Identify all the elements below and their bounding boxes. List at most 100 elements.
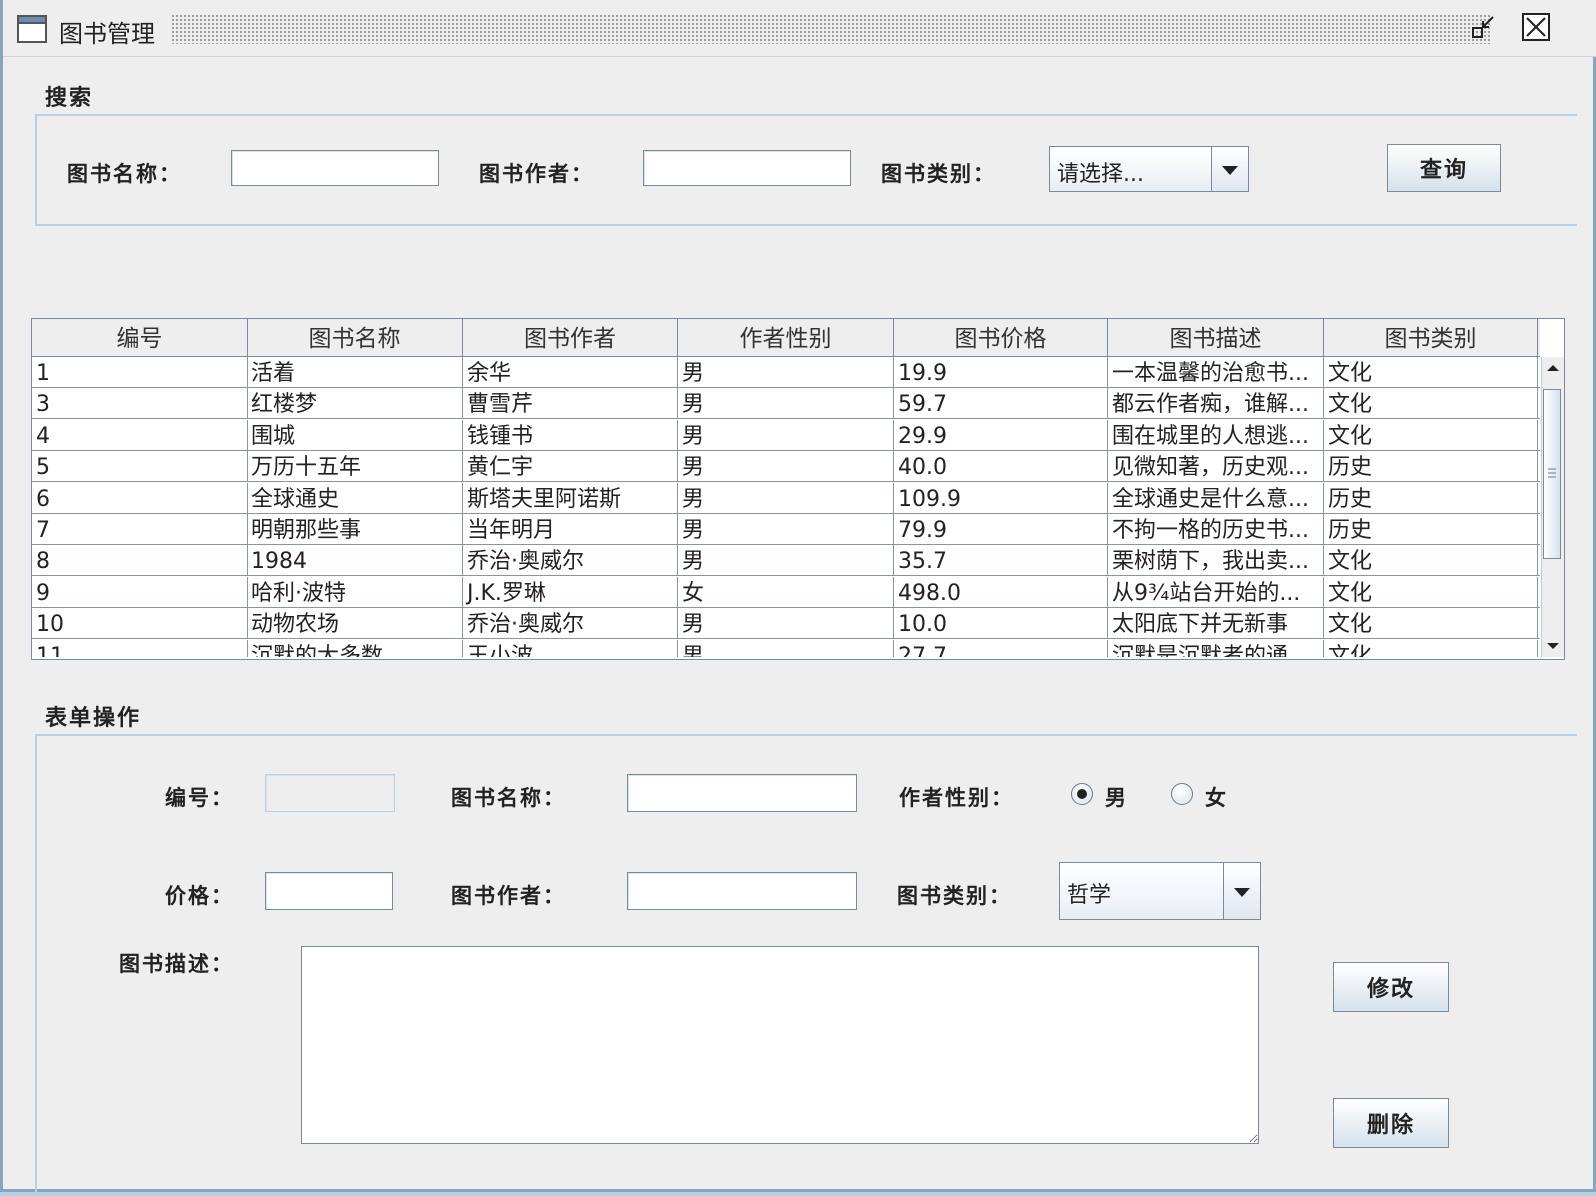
table-cell[interactable]: 围城 [247, 419, 463, 451]
books-table[interactable]: 编号 图书名称 图书作者 作者性别 图书价格 图书描述 图书类别 1 活着 余华男 19.9 一本温… [31, 318, 1565, 660]
table-cell[interactable]: 男 [678, 608, 894, 640]
form-book-author-input[interactable] [627, 872, 857, 910]
gender-male-label[interactable]: 男 [1105, 782, 1128, 812]
table-cell[interactable]: 文化 [1324, 357, 1538, 388]
table-cell[interactable]: 8 [32, 545, 248, 577]
table-cell[interactable]: 历史 [1324, 482, 1538, 514]
table-cell[interactable]: 男 [678, 451, 894, 483]
table-cell[interactable]: 历史 [1324, 451, 1538, 483]
table-scrollbar[interactable] [1541, 357, 1564, 657]
modify-button[interactable]: 修改 [1333, 962, 1449, 1012]
delete-button[interactable]: 删除 [1333, 1098, 1449, 1148]
table-cell[interactable]: 1984 [247, 545, 463, 577]
scrollbar-thumb[interactable] [1543, 389, 1561, 559]
table-cell[interactable]: 男 [678, 388, 894, 420]
form-price-input[interactable] [265, 872, 393, 910]
table-cell[interactable]: 黄仁宇 [463, 451, 678, 483]
table-row[interactable]: 11 沉默的大多数 王小波男 27.7 沉默是沉默者的通... 文化 [32, 639, 1540, 657]
table-cell[interactable]: 498.0 [894, 576, 1108, 608]
table-cell[interactable]: 109.9 [894, 482, 1108, 514]
table-cell[interactable]: 太阳底下并无新事 [1108, 608, 1324, 640]
table-row[interactable]: 6 全球通史 斯塔夫里阿诺斯男 109.9 全球通史是什么意... 历史 [32, 482, 1540, 514]
table-cell[interactable]: 文化 [1324, 388, 1538, 420]
table-row[interactable]: 4 围城 钱锺书男 29.9 围在城里的人想逃... 文化 [32, 419, 1540, 451]
table-cell[interactable]: 沉默是沉默者的通... [1108, 639, 1324, 657]
form-category-combo[interactable]: 哲学 [1059, 862, 1261, 920]
table-cell[interactable]: 男 [678, 482, 894, 514]
table-cell[interactable]: 35.7 [894, 545, 1108, 577]
table-cell[interactable]: 活着 [247, 357, 463, 388]
column-header[interactable]: 图书描述 [1108, 319, 1324, 356]
column-header[interactable]: 编号 [32, 319, 248, 356]
table-cell[interactable]: 曹雪芹 [463, 388, 678, 420]
table-cell[interactable]: 文化 [1324, 545, 1538, 577]
table-cell[interactable]: 5 [32, 451, 248, 483]
table-cell[interactable]: 男 [678, 419, 894, 451]
search-book-name-input[interactable] [231, 150, 439, 186]
table-row[interactable]: 7 明朝那些事 当年明月男 79.9 不拘一格的历史书... 历史 [32, 514, 1540, 545]
table-cell[interactable]: 见微知著，历史观... [1108, 451, 1324, 483]
table-cell[interactable]: 明朝那些事 [247, 514, 463, 545]
table-cell[interactable]: 栗树荫下，我出卖... [1108, 545, 1324, 577]
table-cell[interactable]: 沉默的大多数 [247, 639, 463, 657]
table-cell[interactable]: 钱锺书 [463, 419, 678, 451]
table-cell[interactable]: 围在城里的人想逃... [1108, 419, 1324, 451]
table-cell[interactable]: 从9¾站台开始的... [1108, 576, 1324, 608]
table-cell[interactable]: 3 [32, 388, 248, 420]
table-cell[interactable]: 7 [32, 514, 248, 545]
gender-female-label[interactable]: 女 [1205, 782, 1228, 812]
gender-female-radio[interactable] [1171, 783, 1193, 805]
query-button[interactable]: 查询 [1387, 144, 1501, 192]
table-cell[interactable]: 万历十五年 [247, 451, 463, 483]
table-cell[interactable]: J.K.罗琳 [463, 576, 678, 608]
table-cell[interactable]: 余华 [463, 357, 678, 388]
table-cell[interactable]: 乔治·奥威尔 [463, 545, 678, 577]
table-cell[interactable]: 乔治·奥威尔 [463, 608, 678, 640]
title-bar[interactable]: 图书管理 [3, 0, 1596, 57]
table-cell[interactable]: 29.9 [894, 419, 1108, 451]
table-cell[interactable]: 一本温馨的治愈书... [1108, 357, 1324, 388]
table-cell[interactable]: 男 [678, 639, 894, 657]
table-row[interactable]: 9 哈利·波特 J.K.罗琳女 498.0 从9¾站台开始的... 文化 [32, 576, 1540, 608]
restore-icon[interactable] [1469, 12, 1499, 42]
table-row[interactable]: 10 动物农场 乔治·奥威尔男 10.0 太阳底下并无新事 文化 [32, 608, 1540, 640]
table-cell[interactable]: 59.7 [894, 388, 1108, 420]
column-header[interactable]: 图书价格 [894, 319, 1108, 356]
table-cell[interactable]: 男 [678, 545, 894, 577]
table-cell[interactable]: 11 [32, 639, 248, 657]
table-cell[interactable]: 动物农场 [247, 608, 463, 640]
table-row[interactable]: 5 万历十五年 黄仁宇男 40.0 见微知著，历史观... 历史 [32, 451, 1540, 483]
column-header[interactable]: 图书名称 [247, 319, 463, 356]
search-category-combo[interactable]: 请选择... [1049, 146, 1249, 192]
table-cell[interactable]: 不拘一格的历史书... [1108, 514, 1324, 545]
table-cell[interactable]: 斯塔夫里阿诺斯 [463, 482, 678, 514]
table-cell[interactable]: 4 [32, 419, 248, 451]
table-cell[interactable]: 文化 [1324, 419, 1538, 451]
table-cell[interactable]: 1 [32, 357, 248, 388]
table-cell[interactable]: 哈利·波特 [247, 576, 463, 608]
column-header[interactable]: 作者性别 [678, 319, 894, 356]
table-body[interactable]: 1 活着 余华男 19.9 一本温馨的治愈书... 文化 3 红楼梦 曹雪芹男 59.7 都云作者痴… [32, 357, 1540, 657]
table-cell[interactable]: 男 [678, 514, 894, 545]
table-cell[interactable]: 10.0 [894, 608, 1108, 640]
table-cell[interactable]: 王小波 [463, 639, 678, 657]
chevron-down-icon[interactable] [1223, 863, 1260, 919]
table-row[interactable]: 1 活着 余华男 19.9 一本温馨的治愈书... 文化 [32, 357, 1540, 388]
column-header[interactable]: 图书类别 [1324, 319, 1538, 356]
table-cell[interactable]: 全球通史是什么意... [1108, 482, 1324, 514]
table-cell[interactable]: 文化 [1324, 576, 1538, 608]
scroll-up-icon[interactable] [1542, 357, 1564, 379]
table-cell[interactable]: 文化 [1324, 639, 1538, 657]
form-book-name-input[interactable] [627, 774, 857, 812]
table-row[interactable]: 3 红楼梦 曹雪芹男 59.7 都云作者痴，谁解... 文化 [32, 388, 1540, 420]
table-cell[interactable]: 9 [32, 576, 248, 608]
table-cell[interactable]: 40.0 [894, 451, 1108, 483]
table-cell[interactable]: 10 [32, 608, 248, 640]
table-cell[interactable]: 6 [32, 482, 248, 514]
table-cell[interactable]: 当年明月 [463, 514, 678, 545]
table-cell[interactable]: 男 [678, 357, 894, 388]
table-cell[interactable]: 79.9 [894, 514, 1108, 545]
form-description-textarea[interactable] [301, 946, 1259, 1144]
table-row[interactable]: 8 1984 乔治·奥威尔男 35.7 栗树荫下，我出卖... 文化 [32, 545, 1540, 577]
table-cell[interactable]: 文化 [1324, 608, 1538, 640]
